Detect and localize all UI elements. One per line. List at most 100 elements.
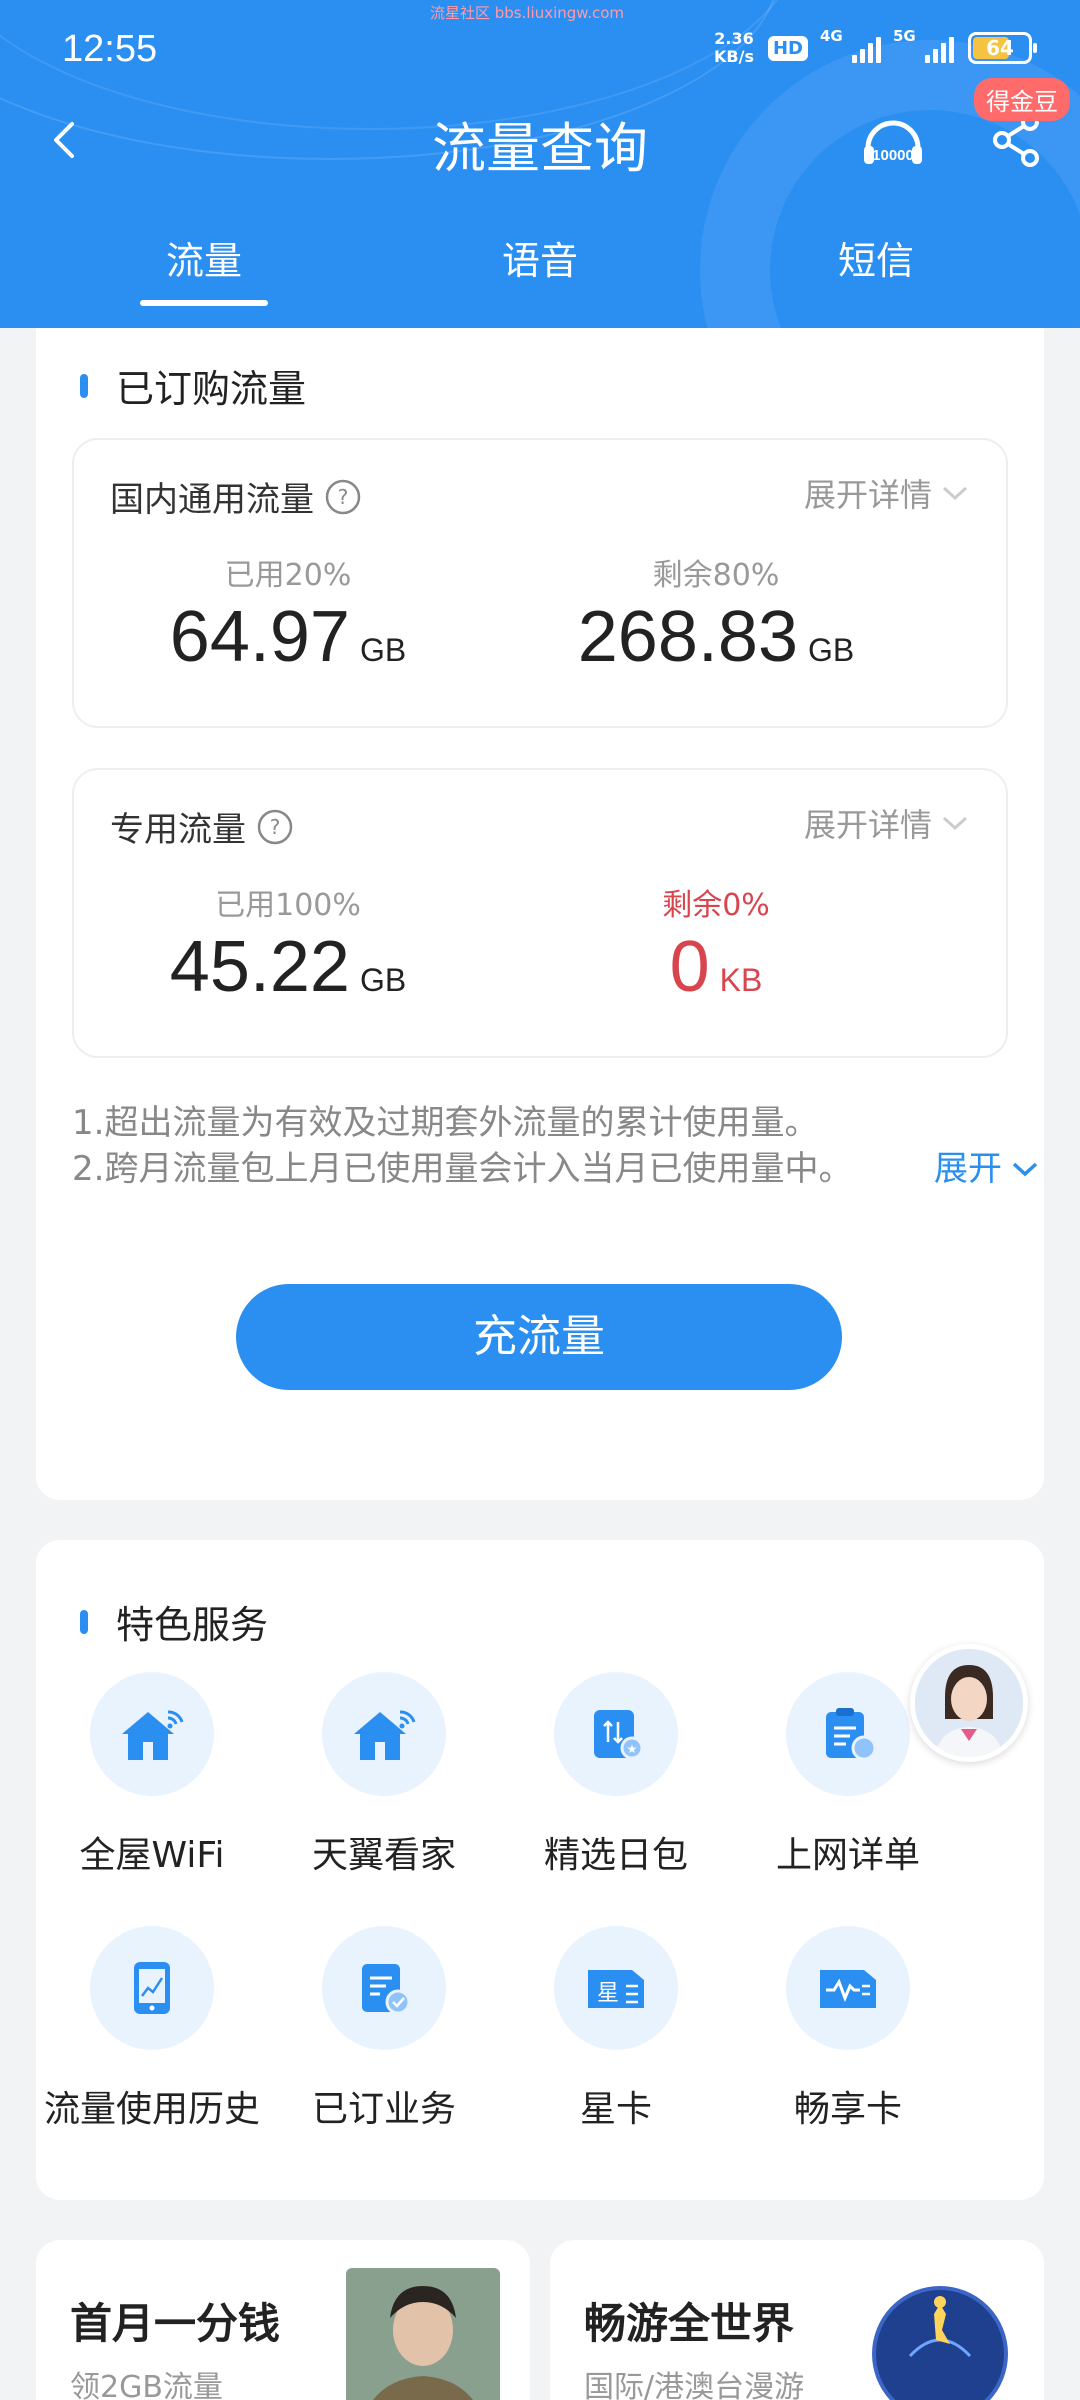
subscribed-business-icon bbox=[362, 1964, 411, 2015]
tab-bar: 流量 语音 短信 bbox=[0, 230, 1080, 310]
customer-service-icon[interactable]: 10000 bbox=[858, 108, 928, 178]
dedicated-traffic-box: 专用流量 ? 展开详情 已用100% 45.22 GB 剩余0% 0 KB bbox=[72, 768, 1008, 1058]
domestic-used-stat: 已用20% 64.97 GB bbox=[78, 550, 498, 678]
chevron-down-icon bbox=[1012, 1162, 1038, 1177]
note-line-2: 2.跨月流量包上月已使用量会计入当月已使用量中。 bbox=[72, 1149, 853, 1189]
promo-card-first-month[interactable]: 首月一分钱 领2GB流量 bbox=[36, 2240, 530, 2400]
feature-label: 上网详单 bbox=[775, 1835, 920, 1876]
usage-history-icon bbox=[134, 1962, 170, 2014]
notes-expand-label: 展开 bbox=[934, 1149, 1002, 1189]
feature-enjoy-card[interactable]: 畅享卡 bbox=[732, 1926, 964, 2132]
promo-title: 首月一分钱 bbox=[70, 2299, 281, 2348]
tab-voice[interactable]: 语音 bbox=[440, 230, 640, 285]
recharge-traffic-button[interactable]: 充流量 bbox=[236, 1284, 842, 1390]
feature-label: 天翼看家 bbox=[311, 1835, 456, 1876]
home-wifi-icon bbox=[122, 1710, 184, 1760]
feature-label: 已订业务 bbox=[311, 2089, 456, 2130]
feature-label: 精选日包 bbox=[543, 1835, 688, 1876]
feature-label: 全屋WiFi bbox=[79, 1835, 225, 1876]
dedicated-used-unit: GB bbox=[359, 962, 407, 998]
subscribed-traffic-card: 已订购流量 国内通用流量 ? 展开详情 已用20% 64.97 GB 剩余80% … bbox=[36, 328, 1044, 1500]
customer-service-label: 10000 bbox=[872, 147, 914, 164]
net-speed-unit: KB/s bbox=[714, 47, 754, 66]
feature-tianyi-home-camera[interactable]: 天翼看家 bbox=[268, 1672, 500, 1878]
dedicated-used-value: 45.22 bbox=[169, 927, 350, 1007]
domestic-traffic-box: 国内通用流量 ? 展开详情 已用20% 64.97 GB 剩余80% 268.83… bbox=[72, 438, 1008, 728]
expand-details-label: 展开详情 bbox=[803, 806, 932, 844]
gold-bean-badge[interactable]: 得金豆 bbox=[974, 78, 1070, 121]
tab-sms[interactable]: 短信 bbox=[776, 230, 976, 285]
usage-detail-icon bbox=[826, 1708, 877, 1761]
promo-card-global-roaming[interactable]: 畅游全世界 国际/港澳台漫游 bbox=[550, 2240, 1044, 2400]
battery-level: 64 bbox=[986, 36, 1014, 60]
note-line-1: 1.超出流量为有效及过期套外流量的累计使用量。 bbox=[72, 1103, 819, 1143]
svg-text:?: ? bbox=[270, 815, 281, 839]
domestic-remain-value: 268.83 bbox=[577, 597, 798, 677]
notes-expand-link[interactable]: 展开 bbox=[934, 1146, 1040, 1192]
promo-image bbox=[346, 2268, 500, 2400]
dedicated-remain-value: 0 bbox=[669, 927, 710, 1007]
expand-details-label: 展开详情 bbox=[803, 476, 932, 514]
feature-label: 畅享卡 bbox=[793, 2089, 902, 2130]
status-time: 12:55 bbox=[62, 28, 158, 70]
promo-subtitle: 领2GB流量 bbox=[70, 2370, 223, 2400]
help-icon[interactable]: ? bbox=[256, 808, 294, 846]
domestic-traffic-title-text: 国内通用流量 bbox=[110, 480, 314, 520]
hd-icon: HD bbox=[767, 35, 808, 61]
feature-star-card[interactable]: 星 星卡 bbox=[500, 1926, 732, 2132]
status-bar: 12:55 2.36 KB/s HD 4G 5G 64 bbox=[0, 0, 1080, 100]
globe-illustration bbox=[872, 2286, 1008, 2400]
net-speed: 2.36 KB/s bbox=[714, 30, 754, 66]
home-camera-icon bbox=[354, 1710, 416, 1760]
dedicated-remain-stat: 剩余0% 0 KB bbox=[506, 880, 926, 1008]
dedicated-traffic-title: 专用流量 ? bbox=[110, 802, 294, 851]
feature-whole-home-wifi[interactable]: 全屋WiFi bbox=[36, 1672, 268, 1878]
assistant-avatar[interactable] bbox=[910, 1644, 1028, 1762]
signal-5g-label: 5G bbox=[893, 27, 916, 45]
domestic-expand-details[interactable]: 展开详情 bbox=[804, 470, 970, 516]
domestic-used-unit: GB bbox=[359, 632, 407, 668]
dedicated-used-stat: 已用100% 45.22 GB bbox=[78, 880, 498, 1008]
section-title-text: 已订购流量 bbox=[116, 367, 307, 411]
feature-label: 星卡 bbox=[579, 2089, 652, 2130]
section-title-features: 特色服务 bbox=[80, 1594, 268, 1649]
feature-usage-history[interactable]: 流量使用历史 bbox=[36, 1926, 268, 2132]
domestic-remain-label: 剩余80% bbox=[652, 558, 780, 593]
svg-text:星: 星 bbox=[597, 1981, 619, 2006]
net-speed-value: 2.36 bbox=[714, 29, 754, 48]
header: 流星社区 bbs.liuxingw.com 12:55 2.36 KB/s HD… bbox=[0, 0, 1080, 328]
dedicated-expand-details[interactable]: 展开详情 bbox=[804, 800, 970, 846]
promo-subtitle: 国际/港澳台漫游 bbox=[584, 2370, 805, 2400]
battery-icon: 64 bbox=[968, 32, 1037, 64]
feature-daily-pack[interactable]: ★ 精选日包 bbox=[500, 1672, 732, 1878]
dedicated-traffic-title-text: 专用流量 bbox=[110, 810, 246, 850]
dedicated-used-label: 已用100% bbox=[215, 888, 361, 923]
chevron-down-icon bbox=[942, 486, 968, 501]
help-icon[interactable]: ? bbox=[324, 478, 362, 516]
tab-traffic[interactable]: 流量 bbox=[104, 230, 304, 306]
features-card: 特色服务 全屋WiFi 天翼看家 ★ 精选日包 上网详单 流量使用历史 已订业务… bbox=[36, 1540, 1044, 2200]
domestic-used-label: 已用20% bbox=[224, 558, 352, 593]
domestic-traffic-title: 国内通用流量 ? bbox=[110, 472, 362, 521]
dedicated-remain-unit: KB bbox=[719, 962, 763, 998]
traffic-notes: 1.超出流量为有效及过期套外流量的累计使用量。 2.跨月流量包上月已使用量会计入… bbox=[72, 1100, 1052, 1192]
section-title-text: 特色服务 bbox=[116, 1603, 269, 1647]
feature-subscribed-business[interactable]: 已订业务 bbox=[268, 1926, 500, 2132]
status-icons: 2.36 KB/s HD 4G 5G 64 bbox=[714, 27, 1037, 66]
enjoy-card-icon bbox=[820, 1970, 876, 2008]
dedicated-remain-label: 剩余0% bbox=[662, 888, 770, 923]
svg-text:★: ★ bbox=[627, 1742, 638, 1756]
domestic-remain-stat: 剩余80% 268.83 GB bbox=[506, 550, 926, 678]
domestic-used-value: 64.97 bbox=[169, 597, 350, 677]
domestic-remain-unit: GB bbox=[807, 632, 855, 668]
signal-4g-icon: 4G bbox=[820, 27, 881, 63]
svg-text:?: ? bbox=[338, 485, 349, 509]
star-card-icon: 星 bbox=[588, 1970, 644, 2008]
feature-label: 流量使用历史 bbox=[43, 2089, 260, 2130]
daily-pack-icon: ★ bbox=[594, 1710, 644, 1760]
signal-4g-label: 4G bbox=[820, 27, 843, 45]
promo-title: 畅游全世界 bbox=[584, 2299, 795, 2348]
signal-5g-icon: 5G bbox=[893, 27, 954, 63]
section-title-subscribed: 已订购流量 bbox=[80, 358, 306, 413]
chevron-down-icon bbox=[942, 816, 968, 831]
